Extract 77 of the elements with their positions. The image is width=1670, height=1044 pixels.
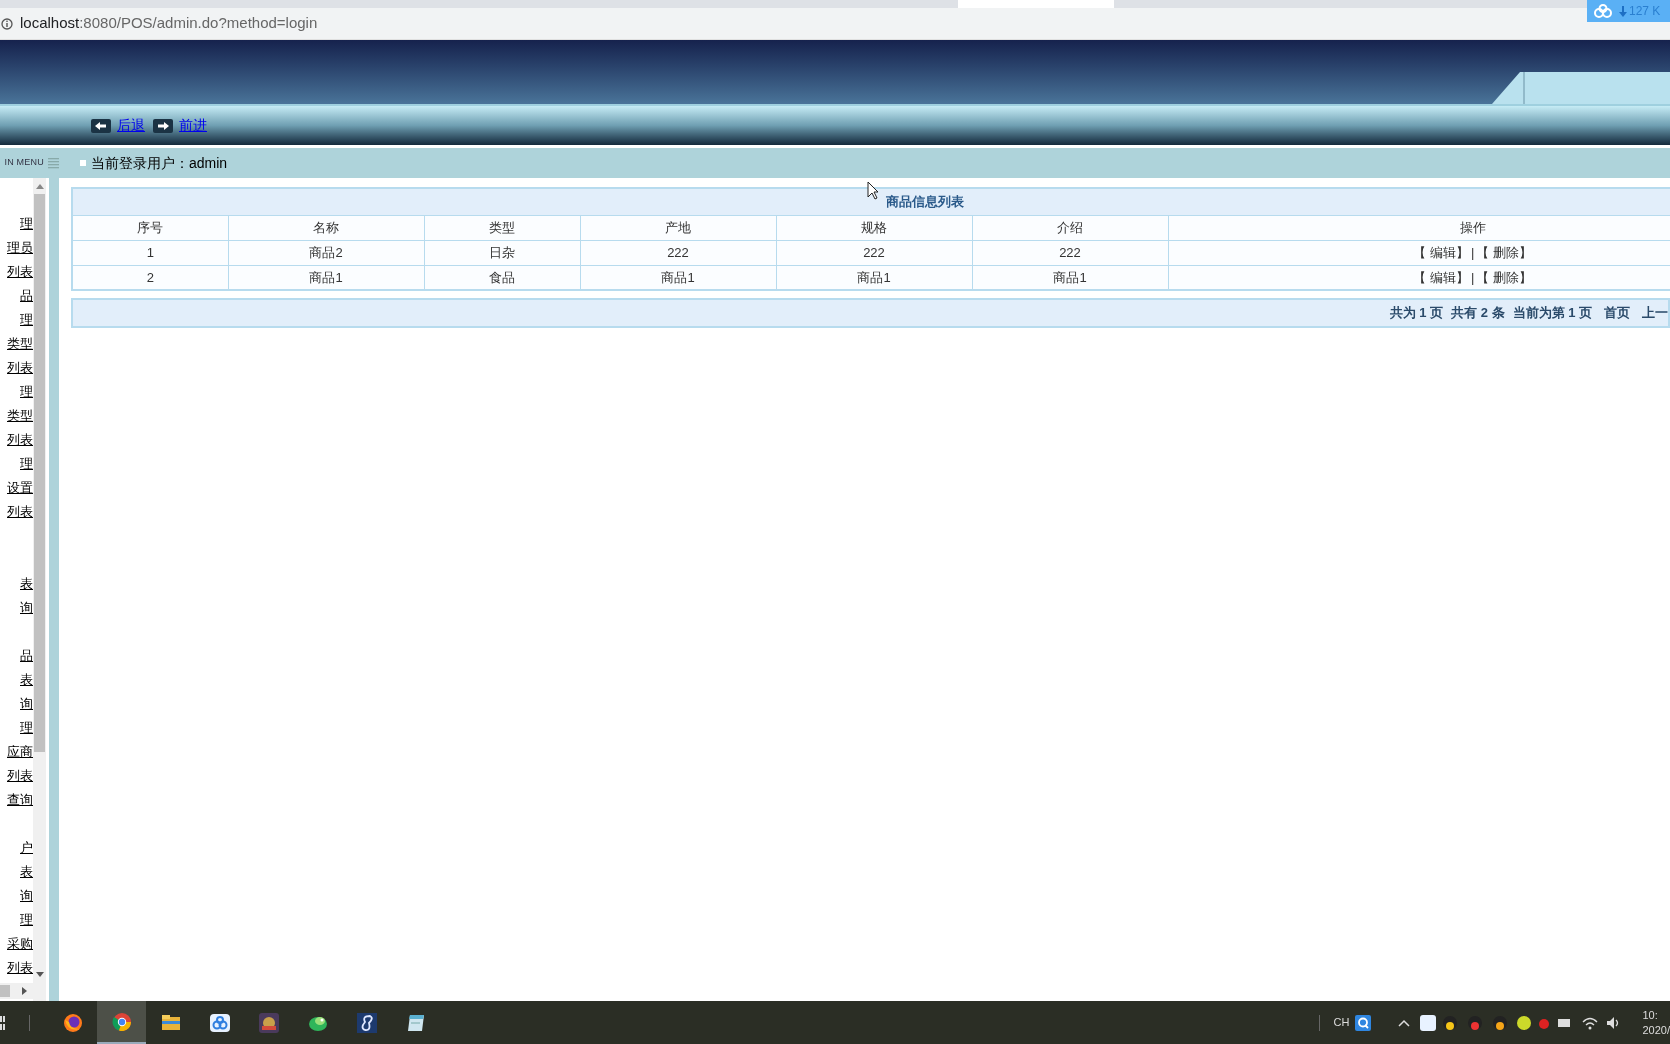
delete-link[interactable]: 【 删除】	[1476, 244, 1533, 260]
pager-link[interactable]: 上一	[1642, 303, 1668, 323]
table-cell: 222	[580, 240, 776, 265]
edit-link[interactable]: 【 编辑】	[1413, 244, 1470, 260]
start-icon[interactable]	[0, 1015, 5, 1030]
sidebar-link[interactable]: 列表	[7, 500, 33, 524]
sidebar-link[interactable]: 表	[20, 572, 33, 596]
column-header: 介绍	[972, 215, 1168, 240]
sidebar-link[interactable]: 列表	[7, 356, 33, 380]
sidebar-link[interactable]: 理员	[7, 236, 33, 260]
mouse-pointer-icon	[867, 181, 879, 200]
sidebar-link[interactable]: 列表	[7, 956, 33, 980]
scroll-up-icon[interactable]	[35, 184, 44, 189]
eight-icon	[355, 1011, 378, 1034]
sidebar-link[interactable]: 理	[20, 308, 33, 332]
sidebar-link[interactable]: 户	[20, 836, 33, 860]
pager-link[interactable]: 首页	[1604, 303, 1630, 323]
pager-info: 共有 2 条	[1451, 304, 1505, 323]
column-header: 类型	[424, 215, 580, 240]
chrome-icon	[110, 1010, 133, 1033]
download-arrow-icon	[1619, 5, 1627, 17]
tray-icons[interactable]	[1420, 1013, 1571, 1032]
chevron-up-icon[interactable]	[1398, 1018, 1411, 1027]
edit-link[interactable]: 【 编辑】	[1413, 269, 1470, 285]
list-icon	[48, 157, 59, 169]
sidebar-link[interactable]: 表	[20, 668, 33, 692]
sidebar-link[interactable]: 类型	[7, 404, 33, 428]
sidebar-link[interactable]: 询	[20, 692, 33, 716]
q-icon[interactable]	[1355, 1014, 1372, 1031]
scroll-right-icon[interactable]	[22, 987, 27, 995]
sidebar-link[interactable]: 询	[20, 596, 33, 620]
sidebar-link[interactable]: 列表	[7, 764, 33, 788]
column-header: 序号	[72, 215, 228, 240]
table-cell: 日杂	[424, 240, 580, 265]
separator: |	[1471, 244, 1475, 260]
column-header: 规格	[776, 215, 972, 240]
wifi-icon[interactable]	[1582, 1015, 1599, 1030]
sidebar-link[interactable]: 设置	[7, 476, 33, 500]
sidebar-link[interactable]: 应商	[7, 740, 33, 764]
sidebar-link[interactable]: 列表	[7, 428, 33, 452]
scrollbar-thumb[interactable]	[34, 194, 45, 752]
sidebar-link[interactable]: 理	[20, 452, 33, 476]
table-cell: 1	[72, 240, 228, 265]
sidebar-link[interactable]: 查询	[7, 788, 33, 812]
sidebar-link[interactable]: 理	[20, 212, 33, 236]
pager-info: 当前为第 1 页	[1512, 304, 1592, 323]
menu-header: IN MENU	[3, 156, 44, 170]
table-cell: 222	[776, 240, 972, 265]
sidebar-link[interactable]: 列表	[7, 260, 33, 284]
input-method-label[interactable]: CH	[1333, 1014, 1350, 1031]
info-icon[interactable]	[1, 17, 13, 30]
sidebar-link[interactable]: 表	[20, 860, 33, 884]
delete-link[interactable]: 【 删除】	[1476, 269, 1533, 285]
sidebar-link[interactable]: 品	[20, 644, 33, 668]
sidebar-link[interactable]: 理	[20, 716, 33, 740]
cloud-icon	[1593, 4, 1613, 18]
separator: |	[1471, 269, 1475, 285]
sidebar-link[interactable]: 类型	[7, 332, 33, 356]
horizontal-scrollbar[interactable]	[0, 983, 33, 999]
pager-info: 共为 1 页	[1389, 304, 1444, 323]
sidebar-link[interactable]: 询	[20, 884, 33, 908]
table-cell: 222	[972, 240, 1168, 265]
sidebar-link[interactable]: 品	[20, 284, 33, 308]
cloud-icon	[208, 1011, 231, 1034]
scroll-down-icon[interactable]	[35, 972, 44, 977]
current-user-label: 当前登录用户：admin	[91, 153, 228, 173]
clock[interactable]: 10: 2020/	[1642, 1007, 1670, 1038]
table-cell: 商品2	[228, 240, 424, 265]
firefox-icon	[61, 1011, 84, 1034]
sidebar-link[interactable]: 采购	[7, 932, 33, 956]
sidebar-link[interactable]: 理	[20, 908, 33, 932]
sidebar-link[interactable]: 理	[20, 380, 33, 404]
column-header: 名称	[228, 215, 424, 240]
address-bar-url[interactable]: localhost:8080/POS/admin.do?method=login	[20, 12, 318, 35]
scrollbar[interactable]	[33, 178, 46, 1001]
bullet-icon	[80, 160, 86, 166]
column-header: 产地	[580, 215, 776, 240]
